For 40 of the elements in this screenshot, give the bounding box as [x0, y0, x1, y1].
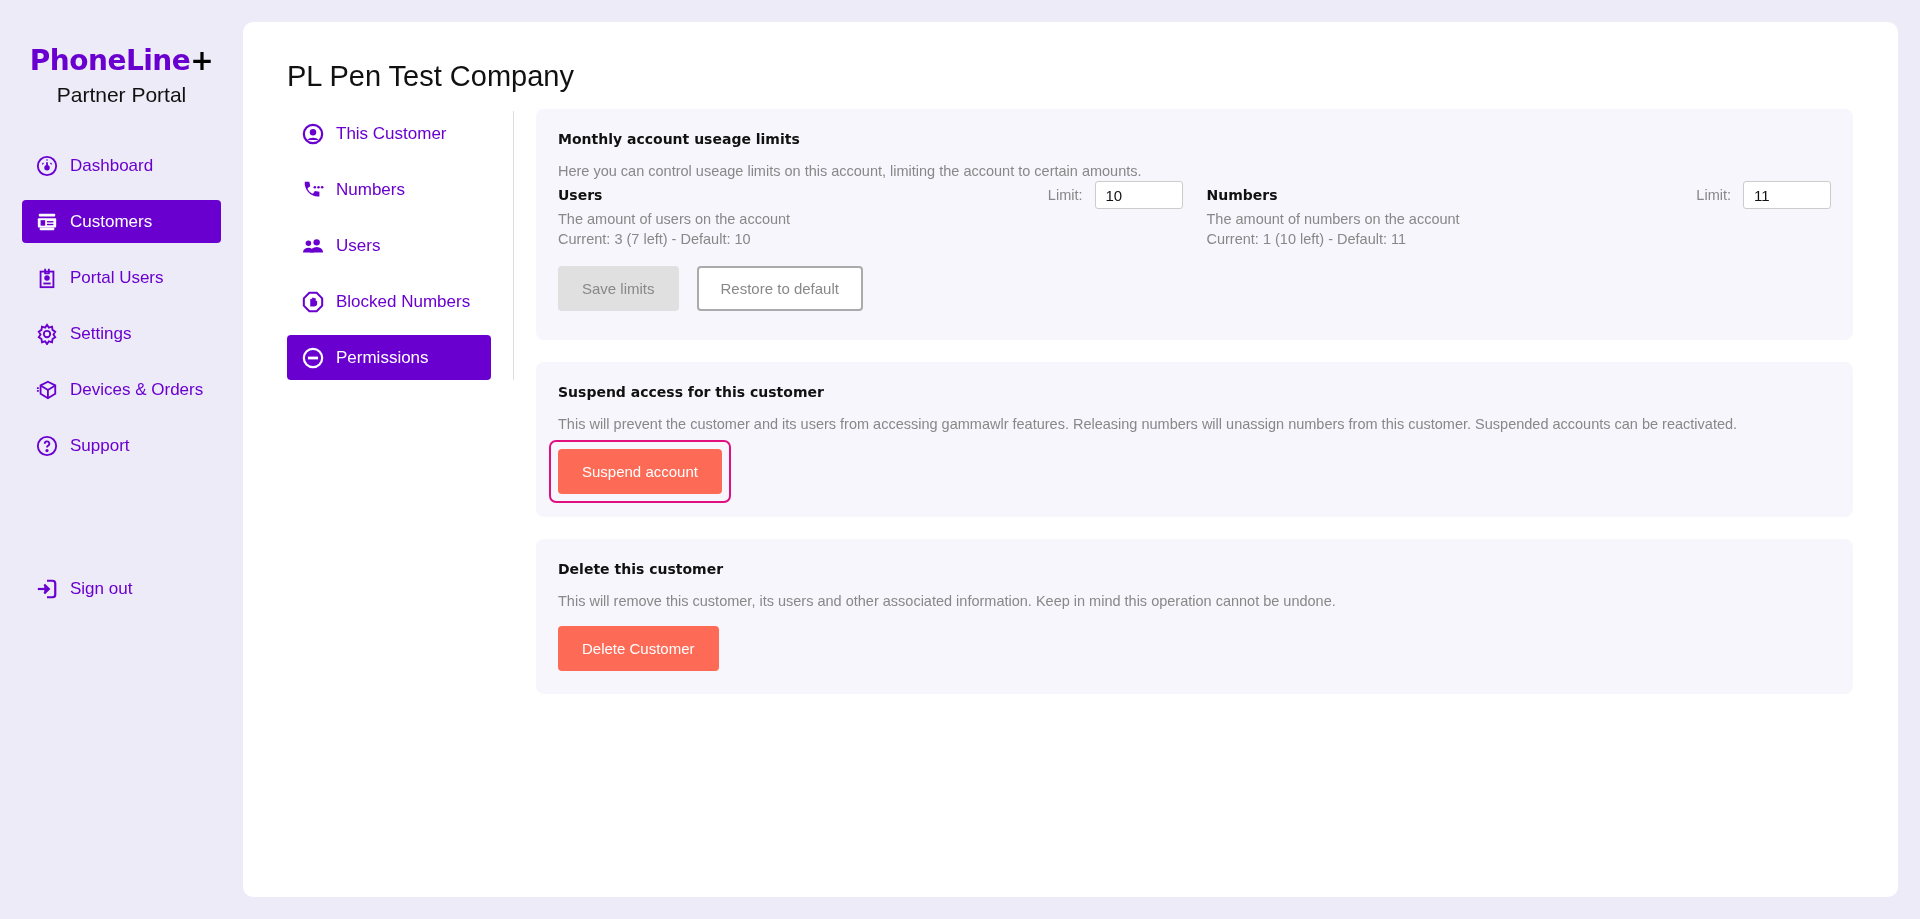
- sidebar-item[interactable]: Settings: [22, 312, 221, 355]
- restore-button[interactable]: Restore to default: [696, 266, 863, 311]
- tab[interactable]: Permissions: [287, 335, 491, 380]
- limit-label: Limit:: [1047, 187, 1083, 203]
- card-description: Here you can control useage limits on this account, limiting the account to certain amounts.: [558, 162, 1143, 181]
- help-icon: [36, 434, 58, 457]
- user-circle-icon: [302, 122, 324, 145]
- limit-current: Current: 3 (7 left) - Default: 10: [558, 230, 752, 249]
- limit-group-title: Numbers: [1206, 187, 1279, 203]
- card-description: This will remove this customer, its users and other associated information. Keep in mind this operation cannot be undone.: [558, 592, 1337, 611]
- tab[interactable]: Blocked Numbers: [287, 279, 491, 324]
- limit-description: The amount of users on the account: [558, 210, 792, 229]
- sidebar-item[interactable]: Support: [22, 424, 221, 467]
- sign-out-link[interactable]: Sign out: [22, 567, 221, 610]
- sidebar-item[interactable]: Dashboard: [22, 144, 221, 187]
- card-title: Delete this customer: [558, 561, 725, 577]
- hand-stop-icon: [302, 290, 324, 313]
- sign-in-arrow-icon: [36, 577, 58, 600]
- gauge-icon: [36, 154, 58, 177]
- sidebar-item[interactable]: Portal Users: [22, 256, 221, 299]
- sidebar-item[interactable]: Devices & Orders: [22, 368, 221, 411]
- limit-current: Current: 1 (10 left) - Default: 11: [1206, 230, 1408, 249]
- tab[interactable]: This Customer: [287, 111, 491, 156]
- sidebar-item[interactable]: Customers: [22, 200, 221, 243]
- limit-group-title: Users: [558, 187, 604, 203]
- portal-subtitle: Partner Portal: [55, 82, 188, 108]
- limit-description: The amount of numbers on the account: [1206, 210, 1461, 229]
- card-description: This will prevent the customer and its users from accessing gammawlr features. Releasing numbers will unassign numbers from this customer. Suspended accounts can be reactivated.: [558, 415, 1739, 434]
- tab[interactable]: Users: [287, 223, 491, 268]
- limit-input[interactable]: 10: [1094, 181, 1183, 209]
- card-title: Suspend access for this customer: [558, 384, 825, 400]
- limit-input[interactable]: 11: [1743, 181, 1831, 209]
- settings-icon: [36, 322, 58, 345]
- box-icon: [36, 378, 58, 401]
- limit-label: Limit:: [1696, 187, 1731, 203]
- page-title: PL Pen Test Company: [287, 60, 575, 93]
- minus-circle-icon: [302, 346, 324, 369]
- logo: PhoneLine+: [29, 43, 214, 79]
- card-title: Monthly account useage limits: [558, 131, 801, 147]
- tab[interactable]: Numbers: [287, 167, 491, 212]
